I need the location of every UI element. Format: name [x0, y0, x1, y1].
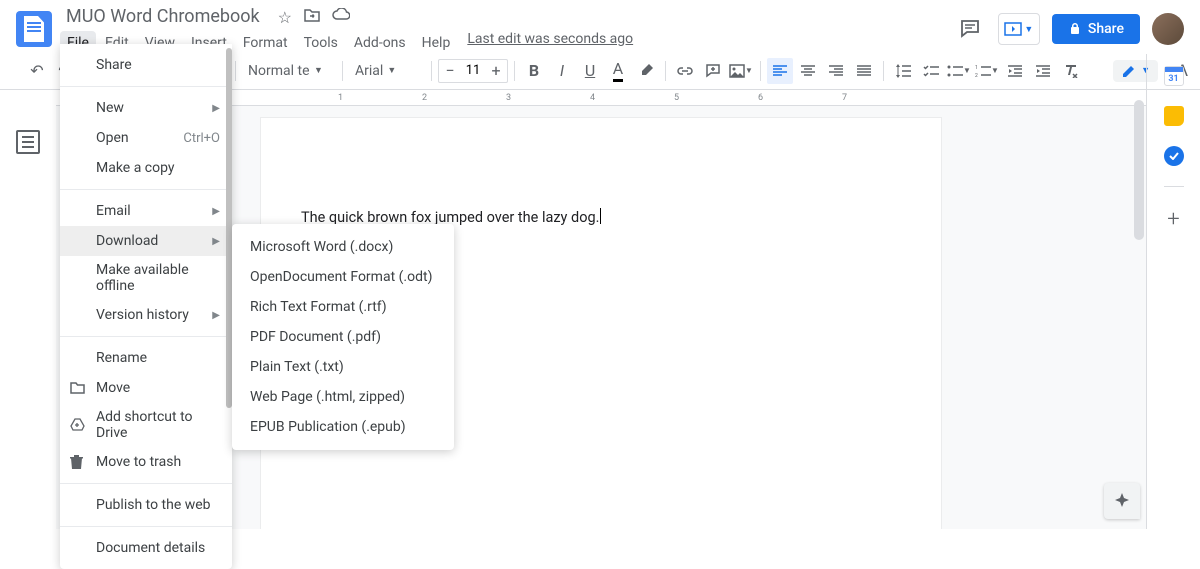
submenu-arrow-icon: ▶	[212, 206, 220, 217]
star-icon[interactable]: ☆	[278, 8, 292, 27]
clear-format-button[interactable]	[1058, 58, 1084, 84]
indent-increase-button[interactable]	[1030, 58, 1056, 84]
font-size-input[interactable]	[461, 63, 485, 78]
add-comment-button[interactable]	[700, 58, 726, 84]
bullet-list-button[interactable]: ▼	[946, 58, 972, 84]
add-addon-icon[interactable]: +	[1167, 207, 1179, 232]
font-size-control: − +	[438, 59, 508, 83]
align-right-button[interactable]	[823, 58, 849, 84]
font-size-increase[interactable]: +	[485, 60, 507, 82]
keep-icon[interactable]	[1164, 106, 1184, 126]
docs-logo-icon[interactable]	[16, 11, 52, 47]
download-odt[interactable]: OpenDocument Format (.odt)	[232, 262, 454, 292]
menu-item-version[interactable]: Version history▶	[60, 300, 232, 330]
folder-icon	[70, 382, 85, 394]
download-epub[interactable]: EPUB Publication (.epub)	[232, 412, 454, 442]
calendar-icon[interactable]: 31	[1164, 66, 1184, 86]
user-avatar[interactable]	[1152, 13, 1184, 45]
menu-item-new[interactable]: New▶	[60, 93, 232, 123]
menu-item-download[interactable]: Download▶	[60, 226, 232, 256]
align-left-button[interactable]	[767, 58, 793, 84]
menu-tools[interactable]: Tools	[297, 31, 345, 55]
menu-item-shortcut[interactable]: Add shortcut to Drive	[60, 403, 232, 447]
align-justify-button[interactable]	[851, 58, 877, 84]
menu-item-email[interactable]: Email▶	[60, 196, 232, 226]
checklist-button[interactable]	[918, 58, 944, 84]
link-button[interactable]	[672, 58, 698, 84]
download-submenu: Microsoft Word (.docx) OpenDocument Form…	[232, 224, 454, 450]
menu-item-details[interactable]: Document details	[60, 533, 232, 563]
undo-button[interactable]: ↶	[24, 58, 50, 84]
svg-text:2: 2	[975, 73, 978, 77]
cloud-status-icon[interactable]	[332, 8, 350, 27]
present-button[interactable]: ▼	[998, 13, 1040, 45]
share-button[interactable]: Share	[1052, 14, 1140, 44]
drive-shortcut-icon	[70, 418, 85, 432]
svg-text:1: 1	[975, 65, 978, 71]
text-color-button[interactable]: A	[605, 58, 631, 84]
side-panel: 31 +	[1146, 54, 1200, 529]
highlight-button[interactable]	[633, 58, 659, 84]
style-select[interactable]: Normal text▼	[242, 59, 336, 83]
line-spacing-button[interactable]	[890, 58, 916, 84]
menu-item-publish[interactable]: Publish to the web	[60, 490, 232, 520]
insert-image-button[interactable]: ▼	[728, 58, 754, 84]
number-list-button[interactable]: 12▼	[974, 58, 1000, 84]
menu-item-trash[interactable]: Move to trash	[60, 447, 232, 477]
download-pdf[interactable]: PDF Document (.pdf)	[232, 322, 454, 352]
submenu-arrow-icon: ▶	[212, 236, 220, 247]
font-size-decrease[interactable]: −	[439, 60, 461, 82]
vertical-scrollbar[interactable]	[1134, 90, 1144, 529]
underline-button[interactable]: U	[577, 58, 603, 84]
outline-toggle-icon[interactable]	[16, 130, 40, 154]
menu-addons[interactable]: Add-ons	[347, 31, 413, 55]
file-menu-dropdown: Share New▶ OpenCtrl+O Make a copy Email▶…	[60, 44, 232, 569]
menu-item-share[interactable]: Share	[60, 50, 232, 80]
bold-button[interactable]: B	[521, 58, 547, 84]
download-rtf[interactable]: Rich Text Format (.rtf)	[232, 292, 454, 322]
align-center-button[interactable]	[795, 58, 821, 84]
document-title[interactable]: MUO Word Chromebook	[60, 4, 266, 29]
last-edit-link[interactable]: Last edit was seconds ago	[467, 31, 633, 55]
indent-decrease-button[interactable]	[1002, 58, 1028, 84]
italic-button[interactable]: I	[549, 58, 575, 84]
submenu-arrow-icon: ▶	[212, 103, 220, 114]
download-docx[interactable]: Microsoft Word (.docx)	[232, 232, 454, 262]
move-icon[interactable]	[304, 8, 320, 27]
explore-button[interactable]	[1104, 483, 1140, 519]
trash-icon	[70, 455, 83, 470]
menu-item-rename[interactable]: Rename	[60, 343, 232, 373]
menu-item-open[interactable]: OpenCtrl+O	[60, 123, 232, 153]
menu-item-offline[interactable]: Make available offline	[60, 256, 232, 300]
download-txt[interactable]: Plain Text (.txt)	[232, 352, 454, 382]
menu-format[interactable]: Format	[236, 31, 295, 55]
menu-item-move[interactable]: Move	[60, 373, 232, 403]
submenu-arrow-icon: ▶	[212, 310, 220, 321]
comments-icon[interactable]	[954, 13, 986, 45]
menu-help[interactable]: Help	[415, 31, 458, 55]
font-select[interactable]: Arial▼	[349, 59, 425, 83]
tasks-icon[interactable]	[1164, 146, 1184, 166]
menu-item-copy[interactable]: Make a copy	[60, 153, 232, 183]
download-html[interactable]: Web Page (.html, zipped)	[232, 382, 454, 412]
